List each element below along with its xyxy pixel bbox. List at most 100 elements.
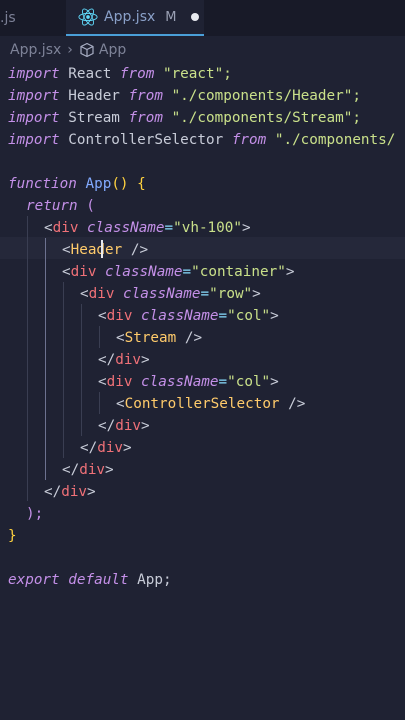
identifier: Stream	[59, 110, 129, 126]
indent-guide	[99, 326, 100, 348]
keyword: from	[119, 66, 155, 82]
component-name: ControllerSelector	[124, 396, 280, 412]
equals: =	[182, 264, 192, 280]
code-line-1[interactable]: import React from "react";	[8, 63, 232, 85]
code-line-7[interactable]: return (	[26, 195, 95, 217]
string: "./components/Header";	[162, 88, 361, 104]
code-line-3[interactable]: import Stream from "./components/Stream"…	[8, 107, 361, 129]
indent-guide	[63, 282, 64, 458]
tag-open: </	[44, 484, 62, 500]
string: "./components/	[266, 132, 396, 148]
tag-name: div	[115, 352, 142, 368]
tag-open: </	[62, 462, 80, 478]
string: "col"	[227, 308, 271, 324]
tag-name: div	[106, 308, 133, 324]
keyword: import	[8, 132, 60, 148]
brace: {	[128, 176, 146, 192]
component-name: Stream	[124, 330, 177, 346]
tag-open: <	[98, 374, 107, 390]
tab-previous-file[interactable]: .js	[0, 0, 62, 36]
code-line-11[interactable]: <div className="row">	[80, 283, 261, 305]
code-line-6[interactable]: function App() {	[8, 173, 146, 195]
tag-open: </	[98, 352, 116, 368]
code-editor[interactable]: import React from "react"; import Header…	[0, 63, 405, 663]
tag-name: div	[97, 440, 124, 456]
current-line-highlight	[0, 237, 405, 259]
string: "react";	[154, 66, 232, 82]
attribute: className	[141, 374, 219, 390]
tag-close: >	[123, 440, 132, 456]
identifier: App;	[128, 572, 172, 588]
text-cursor	[101, 240, 103, 258]
code-line-18[interactable]: </div>	[80, 437, 132, 459]
code-line-22[interactable]: }	[8, 525, 17, 547]
code-line-16[interactable]: <ControllerSelector />	[116, 393, 305, 415]
identifier: ControllerSelector	[59, 132, 232, 148]
tab-app-jsx[interactable]: App.jsx M	[66, 0, 204, 36]
symbol-cube-icon	[80, 42, 94, 58]
string: "./components/Stream";	[162, 110, 361, 126]
equals: =	[164, 220, 174, 236]
code-line-4[interactable]: import ControllerSelector from "./compon…	[8, 129, 395, 151]
tag-close: >	[141, 352, 150, 368]
modified-indicator: M	[165, 9, 177, 25]
equals: =	[218, 308, 228, 324]
react-icon	[78, 8, 98, 26]
keyword: import	[8, 66, 60, 82]
code-line-10[interactable]: <div className="container">	[62, 261, 294, 283]
code-line-13[interactable]: <Stream />	[116, 327, 202, 349]
attribute: className	[123, 286, 201, 302]
tag-close: >	[105, 462, 114, 478]
attribute: className	[141, 308, 219, 324]
tag-open: <	[116, 396, 125, 412]
keyword: import	[8, 88, 60, 104]
keyword: function	[8, 176, 77, 192]
string: "container"	[191, 264, 286, 280]
string: "col"	[227, 374, 271, 390]
tag-close: />	[176, 330, 203, 346]
code-line-19[interactable]: </div>	[62, 459, 114, 481]
component-name: Header	[70, 242, 123, 258]
code-line-9[interactable]: <Header />	[62, 239, 148, 261]
code-line-12[interactable]: <div className="col">	[98, 305, 279, 327]
brace-close: }	[8, 528, 17, 544]
breadcrumb-file[interactable]: App.jsx	[10, 42, 61, 58]
identifier: Header	[59, 88, 129, 104]
tag-close: >	[242, 220, 251, 236]
breadcrumb: App.jsx › App	[0, 38, 405, 62]
code-line-15[interactable]: <div className="col">	[98, 371, 279, 393]
chevron-right-icon: ›	[67, 42, 73, 58]
equals: =	[200, 286, 210, 302]
code-line-2[interactable]: import Header from "./components/Header"…	[8, 85, 361, 107]
code-line-17[interactable]: </div>	[98, 415, 150, 437]
tag-name: div	[115, 418, 142, 434]
tag-name: div	[61, 484, 88, 500]
tag-close: >	[141, 418, 150, 434]
function-name: App	[76, 176, 112, 192]
keyword: from	[128, 110, 163, 126]
code-line-21[interactable]: );	[26, 503, 43, 525]
unsaved-dot-icon[interactable]	[190, 13, 199, 21]
keyword: import	[8, 110, 60, 126]
tag-open: <	[80, 286, 89, 302]
tab-label: App.jsx	[104, 9, 156, 25]
code-line-14[interactable]: </div>	[98, 349, 150, 371]
tag-name: div	[52, 220, 79, 236]
string: "row"	[209, 286, 253, 302]
indent-guide	[27, 216, 28, 501]
attribute: className	[87, 220, 165, 236]
tag-name: div	[70, 264, 97, 280]
code-line-8[interactable]: <div className="vh-100">	[44, 217, 251, 239]
breadcrumb-symbol[interactable]: App	[99, 42, 126, 58]
indent-guide	[99, 392, 100, 414]
code-line-20[interactable]: </div>	[44, 481, 96, 503]
keyword: export	[8, 572, 60, 588]
code-line-24[interactable]: export default App;	[8, 569, 172, 591]
tag-open: <	[44, 220, 53, 236]
equals: =	[218, 374, 228, 390]
tag-close: >	[252, 286, 261, 302]
